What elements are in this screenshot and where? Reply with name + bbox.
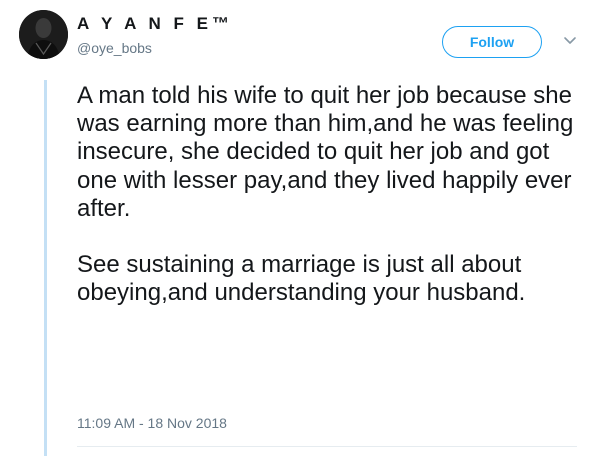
chevron-down-icon[interactable] [563, 36, 577, 46]
tweet-text: A man told his wife to quit her job beca… [77, 82, 582, 308]
display-name[interactable]: A Y A N F E™ [77, 14, 233, 34]
avatar[interactable] [19, 10, 68, 59]
timestamp[interactable]: 11:09 AM - 18 Nov 2018 [77, 414, 227, 432]
follow-button[interactable]: Follow [442, 26, 542, 58]
handle[interactable]: @oye_bobs [77, 39, 152, 57]
tweet-paragraph: A man told his wife to quit her job beca… [77, 82, 574, 222]
tweet-paragraph: See sustaining a marriage is just all ab… [77, 251, 526, 307]
profile-photo-icon [19, 10, 68, 59]
divider [77, 446, 577, 447]
thread-line [44, 80, 47, 456]
